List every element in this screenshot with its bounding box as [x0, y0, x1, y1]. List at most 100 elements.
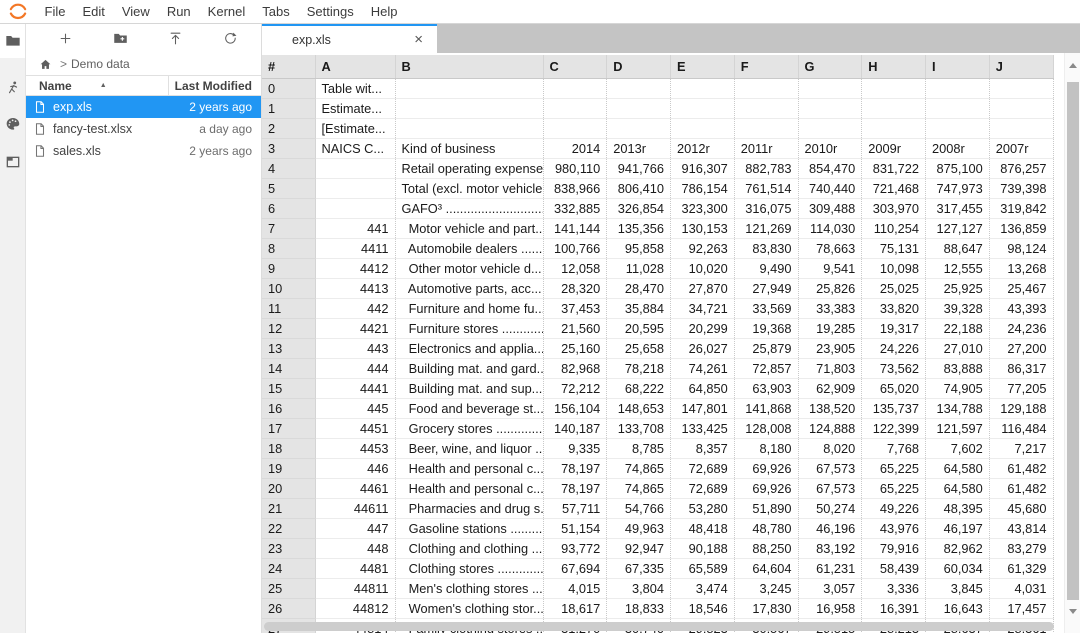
cell[interactable]: 54,766 [607, 498, 671, 518]
cell[interactable]: 25,826 [798, 278, 862, 298]
cell[interactable]: 323,300 [671, 198, 735, 218]
cell[interactable]: 740,440 [798, 178, 862, 198]
cell[interactable] [862, 98, 926, 118]
cell[interactable]: 147,801 [671, 398, 735, 418]
cell[interactable]: 445 [315, 398, 395, 418]
cell[interactable]: [Estimate... [315, 118, 395, 138]
cell[interactable]: 7,602 [926, 438, 990, 458]
row-header-15[interactable]: 15 [262, 378, 315, 398]
cell[interactable]: Men's clothing stores ... [395, 578, 543, 598]
cell[interactable]: 2008r [926, 138, 990, 158]
cell[interactable] [607, 118, 671, 138]
cell[interactable]: 2010r [798, 138, 862, 158]
cell[interactable]: 4461 [315, 478, 395, 498]
cell[interactable]: 761,514 [734, 178, 798, 198]
cell[interactable]: 46,196 [798, 518, 862, 538]
cell[interactable]: 875,100 [926, 158, 990, 178]
cell[interactable]: 95,858 [607, 238, 671, 258]
cell[interactable]: 35,884 [607, 298, 671, 318]
cell[interactable]: 71,803 [798, 358, 862, 378]
column-header-C[interactable]: C [543, 55, 607, 78]
cell[interactable]: Clothing and clothing ... [395, 538, 543, 558]
cell[interactable]: 78,197 [543, 478, 607, 498]
refresh-button[interactable] [219, 28, 241, 50]
cell[interactable]: 83,888 [926, 358, 990, 378]
cell[interactable]: 67,573 [798, 478, 862, 498]
cell[interactable]: 65,225 [862, 478, 926, 498]
cell[interactable]: 17,457 [989, 598, 1053, 618]
menu-item-edit[interactable]: Edit [74, 0, 113, 23]
cell[interactable]: 17,830 [734, 598, 798, 618]
cell[interactable]: 316,075 [734, 198, 798, 218]
cell[interactable]: 26,027 [671, 338, 735, 358]
cell[interactable]: 326,854 [607, 198, 671, 218]
menu-item-help[interactable]: Help [362, 0, 406, 23]
cell[interactable]: 876,257 [989, 158, 1053, 178]
column-header-H[interactable]: H [862, 55, 926, 78]
menu-item-tabs[interactable]: Tabs [254, 0, 298, 23]
column-header-F[interactable]: F [734, 55, 798, 78]
cell[interactable]: 51,890 [734, 498, 798, 518]
cell[interactable]: 133,708 [607, 418, 671, 438]
menu-item-file[interactable]: File [36, 0, 74, 23]
cell[interactable] [315, 178, 395, 198]
cell[interactable]: 68,222 [607, 378, 671, 398]
row-header-12[interactable]: 12 [262, 318, 315, 338]
cell[interactable]: 78,218 [607, 358, 671, 378]
cell[interactable]: 19,285 [798, 318, 862, 338]
cell[interactable]: 33,569 [734, 298, 798, 318]
cell[interactable]: 141,144 [543, 218, 607, 238]
cell[interactable]: 941,766 [607, 158, 671, 178]
file-row-sales.xls[interactable]: sales.xls2 years ago [26, 140, 261, 162]
cell[interactable]: 45,680 [989, 498, 1053, 518]
row-header-22[interactable]: 22 [262, 518, 315, 538]
vertical-scrollbar[interactable] [1064, 53, 1080, 633]
cell[interactable]: 2014 [543, 138, 607, 158]
cell[interactable]: 92,947 [607, 538, 671, 558]
cell[interactable]: 69,926 [734, 478, 798, 498]
cell[interactable]: 10,098 [862, 258, 926, 278]
cell[interactable]: 61,482 [989, 478, 1053, 498]
cell[interactable]: 4481 [315, 558, 395, 578]
cell[interactable]: 34,721 [671, 298, 735, 318]
corner-header[interactable]: # [262, 55, 315, 78]
cell[interactable]: 33,383 [798, 298, 862, 318]
cell[interactable]: 100,766 [543, 238, 607, 258]
cell[interactable]: 25,160 [543, 338, 607, 358]
horizontal-scrollbar[interactable] [264, 622, 1054, 631]
cell[interactable]: 20,299 [671, 318, 735, 338]
cell[interactable]: 739,398 [989, 178, 1053, 198]
cell[interactable]: 4441 [315, 378, 395, 398]
cell[interactable]: 135,356 [607, 218, 671, 238]
cell[interactable]: 74,261 [671, 358, 735, 378]
cell[interactable]: 303,970 [862, 198, 926, 218]
cell[interactable]: 2012r [671, 138, 735, 158]
row-header-25[interactable]: 25 [262, 578, 315, 598]
row-header-8[interactable]: 8 [262, 238, 315, 258]
cell[interactable]: 8,357 [671, 438, 735, 458]
file-row-exp.xls[interactable]: exp.xls2 years ago [26, 96, 261, 118]
cell[interactable]: 136,859 [989, 218, 1053, 238]
cell[interactable]: 67,573 [798, 458, 862, 478]
cell[interactable]: 83,192 [798, 538, 862, 558]
cell[interactable]: 53,280 [671, 498, 735, 518]
cell[interactable]: 156,104 [543, 398, 607, 418]
cell[interactable]: 83,830 [734, 238, 798, 258]
cell[interactable]: 78,197 [543, 458, 607, 478]
new-folder-button[interactable] [109, 28, 131, 50]
row-header-3[interactable]: 3 [262, 138, 315, 158]
cell[interactable] [671, 118, 735, 138]
cell[interactable]: 65,020 [862, 378, 926, 398]
cell[interactable]: Gasoline stations ............ [395, 518, 543, 538]
row-header-17[interactable]: 17 [262, 418, 315, 438]
cell[interactable]: 12,058 [543, 258, 607, 278]
scroll-up-icon[interactable] [1069, 63, 1077, 68]
cell[interactable] [543, 118, 607, 138]
cell[interactable]: 4412 [315, 258, 395, 278]
cell[interactable]: 67,335 [607, 558, 671, 578]
cell[interactable]: 309,488 [798, 198, 862, 218]
horizontal-scrollbar-thumb[interactable] [264, 622, 1054, 631]
cell[interactable]: 82,962 [926, 538, 990, 558]
cell[interactable]: 806,410 [607, 178, 671, 198]
cell[interactable]: 444 [315, 358, 395, 378]
